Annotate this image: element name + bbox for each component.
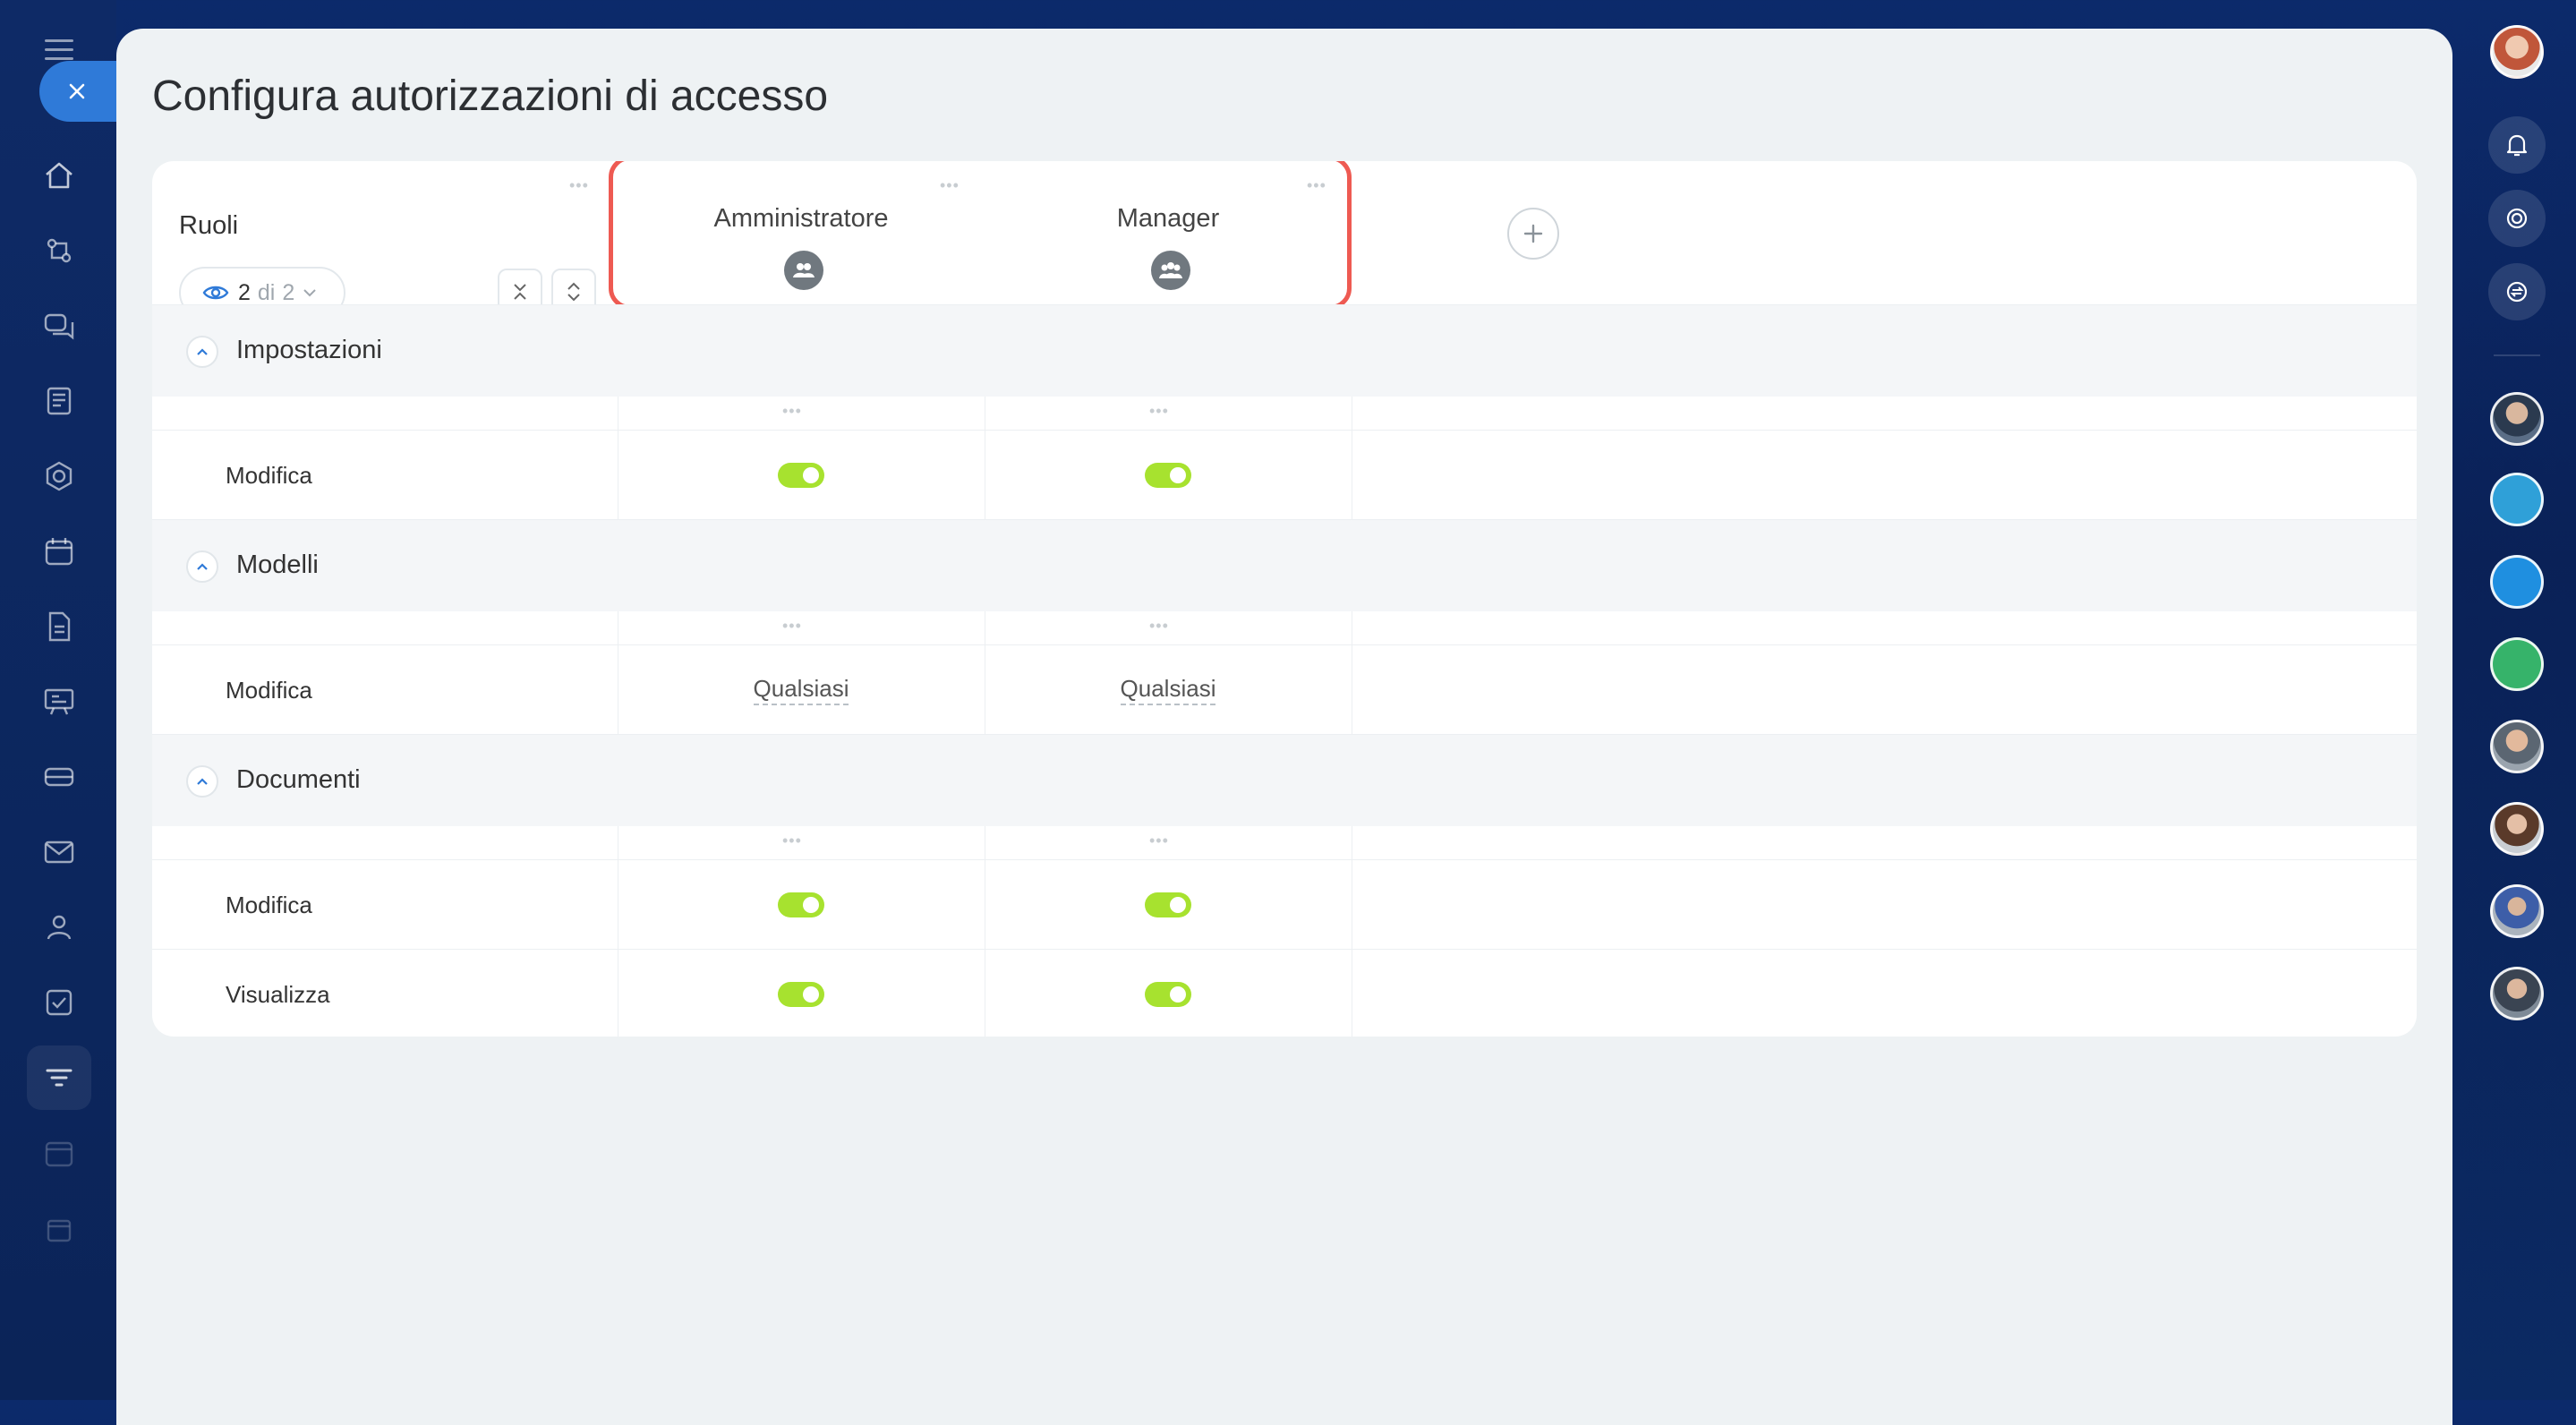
sidebar-divider — [2494, 354, 2540, 356]
permission-switch[interactable] — [778, 463, 824, 488]
permission-label: Visualizza — [226, 981, 330, 1008]
column-actions-row: ••• ••• — [152, 396, 2417, 431]
chat-icon[interactable] — [27, 294, 91, 358]
filter-icon[interactable] — [27, 1045, 91, 1110]
section-modelli: Modelli — [152, 519, 2417, 611]
chevron-up-icon — [197, 563, 208, 570]
permission-switch[interactable] — [1145, 892, 1191, 917]
contact-avatar[interactable] — [2490, 884, 2544, 938]
notifications-button[interactable] — [2488, 116, 2546, 174]
chevron-up-icon — [197, 778, 208, 785]
permission-label: Modifica — [226, 462, 312, 489]
close-icon — [69, 83, 85, 99]
permission-switch[interactable] — [778, 892, 824, 917]
user-avatar[interactable] — [2490, 25, 2544, 79]
permission-row: Modifica Qualsiasi Qualsiasi — [152, 644, 2417, 735]
permission-switch[interactable] — [778, 982, 824, 1007]
collapse-icon — [514, 284, 526, 300]
close-slider-button[interactable] — [39, 61, 129, 122]
cell-menu-dots[interactable]: ••• — [782, 618, 802, 634]
highlight-frame — [609, 161, 1352, 310]
bell-icon — [2506, 134, 2528, 157]
store-icon[interactable] — [27, 1196, 91, 1260]
section-title: Impostazioni — [236, 336, 382, 364]
page-title: Configura autorizzazioni di accesso — [152, 73, 829, 120]
left-sidebar — [0, 0, 129, 1400]
permission-row: Modifica — [152, 430, 2417, 520]
roles-label: Ruoli — [179, 211, 239, 240]
schedule-icon[interactable] — [27, 1121, 91, 1185]
feed-icon[interactable] — [27, 369, 91, 433]
permission-label: Modifica — [226, 892, 312, 918]
column-actions-row: ••• ••• — [152, 610, 2417, 645]
section-title: Documenti — [236, 765, 361, 794]
eye-icon — [202, 286, 229, 300]
permission-label: Modifica — [226, 677, 312, 704]
permission-row: Modifica — [152, 859, 2417, 950]
section-documenti: Documenti — [152, 734, 2417, 826]
total-count: 2 — [282, 279, 295, 305]
home-icon[interactable] — [27, 143, 91, 208]
target-icon — [2506, 208, 2528, 229]
chevron-down-icon — [303, 289, 316, 297]
sync-icon — [2506, 281, 2528, 303]
cell-menu-dots[interactable]: ••• — [1149, 403, 1169, 419]
plus-icon — [1523, 224, 1543, 243]
section-title: Modelli — [236, 550, 319, 579]
presentation-icon[interactable] — [27, 670, 91, 734]
mail-icon[interactable] — [27, 820, 91, 884]
permissions-table: Ruoli ••• 2 di 2 ••• Amministratore ••• … — [152, 161, 2417, 1037]
visible-count: 2 — [238, 279, 251, 305]
permission-value-select[interactable]: Qualsiasi — [985, 675, 1352, 705]
document-icon[interactable] — [27, 594, 91, 659]
section-impostazioni: Impostazioni — [152, 304, 2417, 397]
column-actions-row: ••• ••• — [152, 825, 2417, 860]
count-of: di — [257, 279, 276, 305]
permission-switch[interactable] — [1145, 463, 1191, 488]
cell-menu-dots[interactable]: ••• — [1149, 618, 1169, 634]
contact-avatar[interactable] — [2490, 720, 2544, 773]
bookmark-avatar[interactable] — [2490, 555, 2544, 609]
cell-menu-dots[interactable]: ••• — [782, 832, 802, 849]
hexagon-icon[interactable] — [27, 444, 91, 508]
chat-group-avatar[interactable] — [2490, 473, 2544, 526]
flow-icon[interactable] — [27, 218, 91, 283]
contacts-icon[interactable] — [27, 895, 91, 960]
add-role-button[interactable] — [1507, 208, 1559, 260]
calendar-icon[interactable] — [27, 519, 91, 584]
permission-switch[interactable] — [1145, 982, 1191, 1007]
cell-menu-dots[interactable]: ••• — [1149, 832, 1169, 849]
cell-menu-dots[interactable]: ••• — [782, 403, 802, 419]
permission-value-select[interactable]: Qualsiasi — [618, 675, 985, 705]
table-header: Ruoli ••• 2 di 2 ••• Amministratore ••• … — [152, 161, 2417, 319]
roles-menu-dots[interactable]: ••• — [569, 177, 589, 193]
section-collapse-button[interactable] — [186, 550, 218, 583]
contact-avatar[interactable] — [2490, 967, 2544, 1020]
permission-row: Visualizza — [152, 949, 2417, 1037]
contact-avatar[interactable] — [2490, 802, 2544, 856]
chevron-up-icon — [197, 348, 208, 355]
copilot-button[interactable] — [2488, 190, 2546, 247]
expand-icon — [567, 282, 580, 302]
news-avatar[interactable] — [2490, 637, 2544, 691]
section-collapse-button[interactable] — [186, 765, 218, 798]
access-permissions-panel: Configura autorizzazioni di accesso Ruol… — [116, 29, 2452, 1425]
contact-avatar[interactable] — [2490, 392, 2544, 446]
drive-icon[interactable] — [27, 745, 91, 809]
tasks-icon[interactable] — [27, 970, 91, 1035]
menu-icon[interactable] — [45, 39, 73, 61]
section-collapse-button[interactable] — [186, 336, 218, 368]
sync-button[interactable] — [2488, 263, 2546, 320]
